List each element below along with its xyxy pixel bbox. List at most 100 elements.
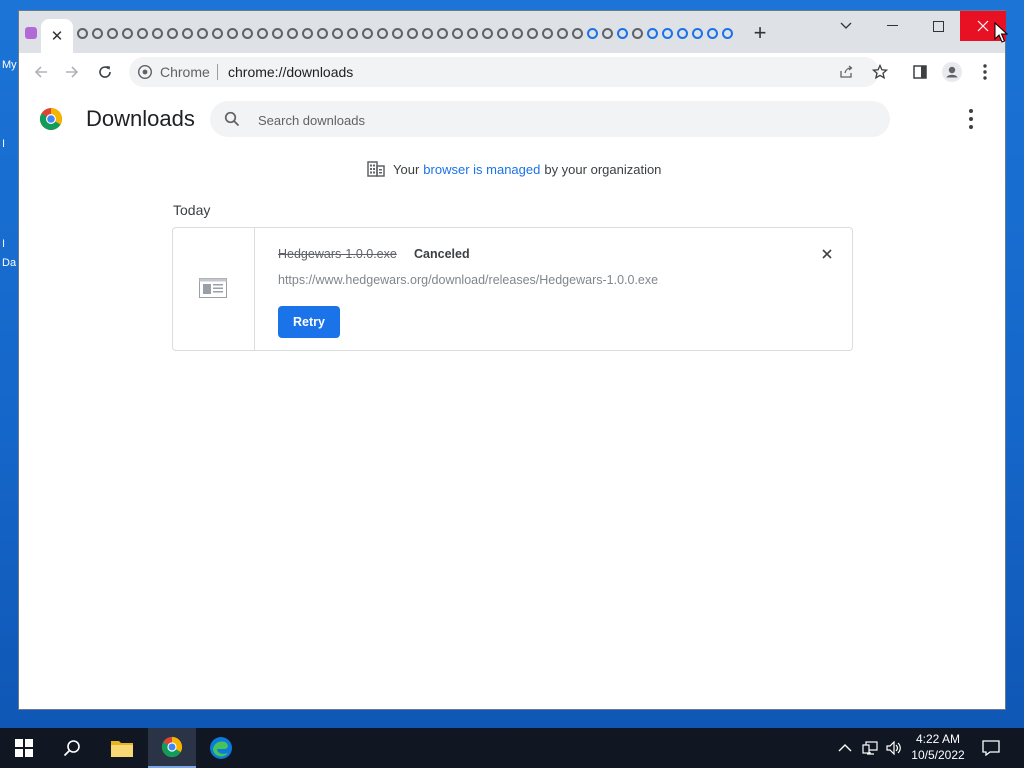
tab-favicon[interactable]: [405, 26, 420, 41]
managed-text-prefix: Your: [393, 161, 420, 177]
tab-favicon[interactable]: [390, 26, 405, 41]
tab-favicon[interactable]: [270, 26, 285, 41]
minimize-button[interactable]: [869, 11, 915, 41]
mouse-cursor-icon: [994, 22, 1008, 43]
tab-favicon[interactable]: [135, 26, 150, 41]
tab-favicon[interactable]: [285, 26, 300, 41]
chevron-up-icon[interactable]: [838, 743, 852, 753]
tab-favicon[interactable]: [330, 26, 345, 41]
tab-favicon[interactable]: [240, 26, 255, 41]
tab-favicon[interactable]: [480, 26, 495, 41]
file-name-link[interactable]: Hedgewars-1.0.0.exe: [278, 247, 397, 261]
profile-avatar-icon[interactable]: [942, 62, 962, 82]
tab-list: [75, 26, 735, 42]
tab-favicon[interactable]: [555, 26, 570, 41]
chrome-icon[interactable]: [148, 728, 196, 768]
network-icon[interactable]: [862, 741, 878, 755]
taskbar-clock[interactable]: 4:22 AM 10/5/2022: [906, 731, 970, 763]
tab-favicon[interactable]: [195, 26, 210, 41]
forward-icon[interactable]: [62, 62, 82, 82]
tab-favicon[interactable]: [615, 26, 630, 41]
file-icon: [199, 278, 227, 298]
volume-icon[interactable]: [886, 741, 902, 755]
tab-favicon[interactable]: [420, 26, 435, 41]
notifications-icon[interactable]: [968, 728, 1014, 768]
desktop-icon-label[interactable]: My: [2, 59, 17, 71]
tab-favicon[interactable]: [525, 26, 540, 41]
tab-favicon[interactable]: [465, 26, 480, 41]
download-item: Hedgewars-1.0.0.exe Canceled https://www…: [172, 227, 853, 351]
tab-favicon[interactable]: [630, 26, 645, 41]
back-icon[interactable]: [31, 62, 51, 82]
search-input[interactable]: [256, 101, 860, 139]
managed-notice: Your browser is managed by your organizati…: [367, 161, 661, 177]
download-status: Canceled: [414, 247, 470, 261]
tab-favicon[interactable]: [570, 26, 585, 41]
tab-favicon[interactable]: [210, 26, 225, 41]
desktop-icon-label[interactable]: I: [2, 238, 5, 250]
tab-favicon[interactable]: [120, 26, 135, 41]
close-tab-icon[interactable]: ✕: [51, 27, 64, 45]
building-icon: [367, 161, 385, 177]
tab-favicon[interactable]: [225, 26, 240, 41]
tab-favicon[interactable]: [540, 26, 555, 41]
tab-favicon[interactable]: [75, 26, 90, 41]
retry-button[interactable]: Retry: [278, 306, 340, 338]
tab-favicon[interactable]: [150, 26, 165, 41]
bookmark-star-icon[interactable]: [870, 62, 890, 82]
tab-favicon[interactable]: [255, 26, 270, 41]
browser-toolbar: Chrome chrome://downloads: [19, 53, 1005, 92]
edge-icon[interactable]: [197, 728, 245, 768]
tab-favicon[interactable]: [660, 26, 675, 41]
tab-favicon[interactable]: [450, 26, 465, 41]
clock-date: 10/5/2022: [911, 748, 965, 762]
new-tab-button[interactable]: +: [749, 22, 771, 45]
tab-favicon[interactable]: [105, 26, 120, 41]
tab-favicon[interactable]: [705, 26, 720, 41]
tab-favicon[interactable]: [315, 26, 330, 41]
start-icon[interactable]: [0, 728, 48, 768]
tab-favicon[interactable]: [345, 26, 360, 41]
tab-favicon[interactable]: [510, 26, 525, 41]
tab-favicon[interactable]: [360, 26, 375, 41]
reload-icon[interactable]: [95, 62, 115, 82]
tab-favicon[interactable]: [585, 26, 600, 41]
tab-favicon[interactable]: [645, 26, 660, 41]
tab-favicon[interactable]: [165, 26, 180, 41]
desktop-icon-label[interactable]: Da: [2, 257, 16, 269]
tab-favicon[interactable]: [90, 26, 105, 41]
tab-search-icon[interactable]: [823, 11, 869, 41]
desktop-icon-label[interactable]: I: [2, 138, 5, 150]
tab-favicon[interactable]: [600, 26, 615, 41]
search-box[interactable]: [210, 101, 890, 139]
tab-favicon[interactable]: [300, 26, 315, 41]
search-icon[interactable]: [48, 728, 96, 768]
tab-favicon[interactable]: [690, 26, 705, 41]
maximize-button[interactable]: [915, 11, 961, 41]
remove-download-icon[interactable]: [817, 244, 837, 264]
browser-menu-icon[interactable]: [975, 62, 995, 82]
search-icon: [224, 111, 240, 127]
tab-favicon[interactable]: [375, 26, 390, 41]
clock-time: 4:22 AM: [915, 732, 961, 746]
download-url[interactable]: https://www.hedgewars.org/download/relea…: [278, 273, 658, 287]
tab-favicon[interactable]: [675, 26, 690, 41]
browser-window: ✕ + Chrome chrome://downloads Downloads …: [18, 10, 1006, 710]
address-bar[interactable]: Chrome chrome://downloads: [129, 57, 879, 87]
side-panel-icon[interactable]: [910, 62, 930, 82]
tab-favicon[interactable]: [435, 26, 450, 41]
tab-favicon[interactable]: [720, 26, 735, 41]
url-text[interactable]: chrome://downloads: [228, 64, 353, 80]
chrome-icon: [138, 65, 152, 79]
managed-link[interactable]: browser is managed: [423, 162, 540, 177]
downloads-page: Downloads Yourbrowser is managed by your …: [19, 91, 1005, 709]
more-actions-icon[interactable]: [963, 109, 979, 129]
tray-icons: [838, 728, 902, 768]
share-icon[interactable]: [839, 65, 854, 79]
site-label: Chrome: [160, 64, 210, 80]
tab-favicon[interactable]: [495, 26, 510, 41]
tab-favicon[interactable]: [180, 26, 195, 41]
tab-favicon[interactable]: [25, 27, 37, 39]
active-tab[interactable]: ✕: [41, 19, 73, 53]
file-explorer-icon[interactable]: [98, 728, 146, 768]
